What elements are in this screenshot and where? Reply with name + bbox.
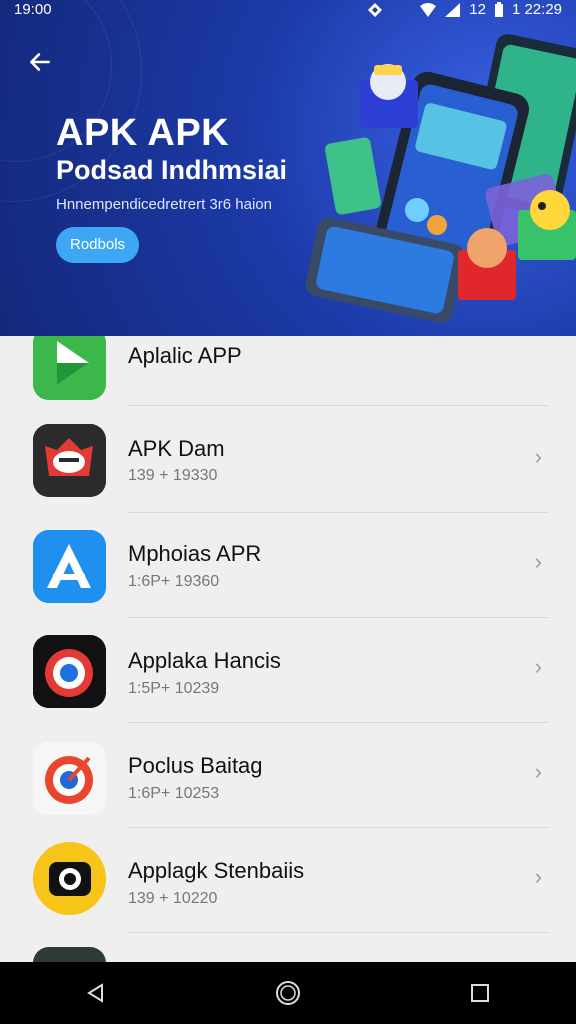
divider	[128, 405, 548, 406]
apk-dam-icon	[33, 424, 106, 497]
app-meta: 139 + 10220	[128, 890, 218, 907]
app-list-item[interactable]: Applagk Stenbaiis 139 + 10220 ›	[0, 828, 576, 933]
app-list-item[interactable]: Poclus Baitag 1:6P+ 10253 ›	[0, 723, 576, 828]
hero-subtitle: Podsad Indhmsiai	[56, 155, 288, 185]
app-list-item[interactable]: APK Dam 139 + 19330 ›	[0, 408, 576, 513]
hero-title: APK APK	[56, 112, 230, 154]
app-name: Applagk Stenbaiis	[128, 858, 305, 883]
nav-recents-button[interactable]	[450, 973, 510, 1013]
signal-icon	[445, 2, 461, 17]
app-name: Poclus Baitag	[128, 753, 263, 778]
app-store-a-icon	[33, 530, 106, 603]
status-icons: 12 1 22:29	[367, 1, 562, 18]
target-app-icon	[33, 742, 106, 815]
nav-home-button[interactable]	[258, 973, 318, 1013]
arrow-left-icon	[30, 53, 50, 71]
app-meta: 1:6P+ 19360	[128, 573, 220, 590]
app-list: Aplalic APP › APK Dam 139 + 19330 › Mpho…	[0, 336, 576, 962]
status-time: 19:00	[14, 1, 52, 18]
nav-back-button[interactable]	[66, 973, 126, 1013]
app-icon	[33, 947, 106, 962]
status-battery-text: 12	[469, 1, 486, 18]
app-name: APK Dam	[128, 436, 225, 461]
hero-action-button[interactable]: Rodbols	[56, 227, 140, 263]
chevron-right-icon: ›	[534, 654, 542, 679]
chevron-right-icon: ›	[534, 549, 542, 574]
app-list-item[interactable]	[0, 933, 576, 962]
app-name: Applaka Hancis	[128, 648, 281, 673]
chevron-right-icon: ›	[534, 444, 542, 469]
app-list-item[interactable]: Applaka Hancis 1:5P+ 10239 ›	[0, 618, 576, 723]
app-meta: 139 + 19330	[128, 467, 218, 484]
chevron-right-icon: ›	[534, 759, 542, 784]
wifi-icon	[420, 2, 437, 17]
hero-description: Hnnempendicedretrert 3r6 haion	[56, 196, 272, 213]
app-list-item[interactable]: Aplalic APP ›	[0, 336, 576, 406]
app-meta: 1:5P+ 10239	[128, 680, 220, 697]
camera-app-icon	[33, 842, 106, 915]
app-name: Mphoias APR	[128, 541, 262, 566]
chevron-right-icon: ›	[534, 864, 542, 889]
status-clock: 1 22:29	[511, 1, 562, 18]
app-list-item[interactable]: Mphoias APR 1:6P+ 19360 ›	[0, 513, 576, 618]
triangle-back-icon	[87, 983, 103, 1003]
back-button[interactable]	[22, 44, 58, 80]
circle-home-icon	[276, 981, 300, 1005]
phones-illustration	[305, 34, 576, 323]
play-store-icon	[33, 336, 106, 400]
app-name: Aplalic APP	[128, 343, 242, 368]
square-recents-icon	[471, 984, 489, 1002]
location-icon	[368, 2, 383, 17]
app-meta: 1:6P+ 10253	[128, 785, 220, 802]
battery-icon	[494, 1, 503, 17]
circle-app-icon	[33, 635, 106, 708]
status-bar: 19:00 12 1 22:29	[0, 0, 576, 22]
hero-banner: APK APK Podsad Indhmsiai Hnnempendicedre…	[0, 0, 576, 336]
system-nav-bar	[0, 962, 576, 1024]
